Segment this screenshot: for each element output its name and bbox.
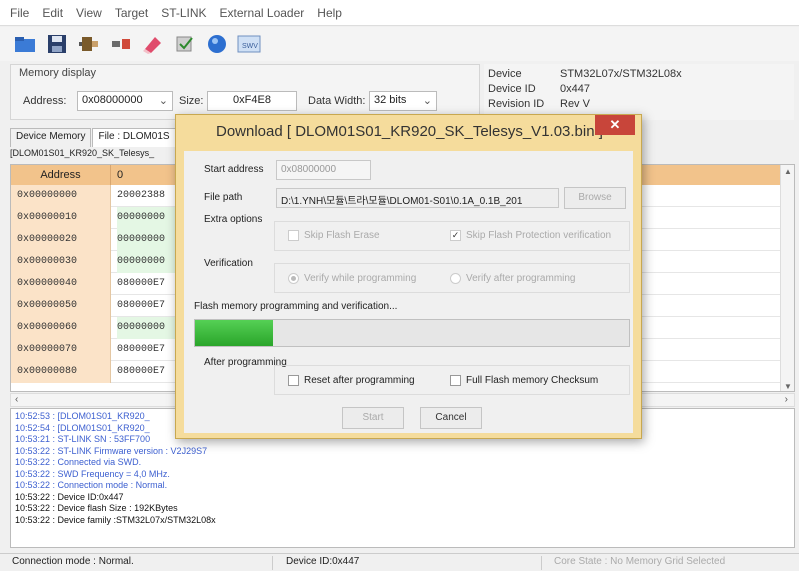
menu-view[interactable]: View (76, 6, 102, 20)
file-name-label: [DLOM01S01_KR920_SK_Telesys_ (10, 148, 155, 158)
memory-display-panel: Memory display Address: 0x08000000 ⌄ Siz… (10, 64, 480, 120)
vertical-scrollbar[interactable]: ▲ ▼ (780, 165, 794, 391)
check-icon: ✓ (450, 230, 461, 241)
address-select[interactable]: 0x08000000 ⌄ (77, 91, 173, 111)
header-col0: 0 (117, 169, 124, 181)
progress-fill (195, 320, 274, 346)
connect-icon[interactable] (74, 30, 104, 58)
skip-flash-erase-checkbox[interactable]: Skip Flash Erase (288, 230, 380, 241)
device-id-label: Device ID (488, 83, 536, 95)
memory-tabs: Device Memory File : DLOM01S (10, 128, 177, 147)
verification-label: Verification (204, 258, 253, 269)
row-address: 0x00000000 (11, 185, 111, 207)
svg-text:SWV: SWV (242, 43, 258, 50)
open-icon[interactable] (10, 30, 40, 58)
menu-bar: File Edit View Target ST-LINK External L… (0, 0, 799, 26)
menu-external-loader[interactable]: External Loader (220, 6, 305, 20)
row-address: 0x00000080 (11, 361, 111, 383)
close-icon: ✕ (609, 117, 621, 132)
row-address: 0x00000070 (11, 339, 111, 361)
verify-while-radio[interactable]: Verify while programming (288, 273, 416, 284)
skip-flash-protection-checkbox[interactable]: ✓ Skip Flash Protection verification (450, 230, 611, 241)
erase-icon[interactable] (138, 30, 168, 58)
row-address: 0x00000010 (11, 207, 111, 229)
data-width-label: Data Width: (308, 95, 366, 107)
save-icon[interactable] (42, 30, 72, 58)
file-path-input[interactable]: D:\1.YNH\모듈\트라\모듈\DLOM01-S01\0.1A_0.1B_2… (276, 188, 559, 208)
row-address: 0x00000050 (11, 295, 111, 317)
start-address-input[interactable]: 0x08000000 (276, 160, 371, 180)
log-line: 10:53:22 : Connected via SWD. (15, 457, 142, 467)
dialog-body: Start address 0x08000000 File path D:\1.… (184, 151, 633, 433)
download-dialog: Download [ DLOM01S01_KR920_SK_Telesys_V1… (175, 114, 642, 439)
log-line: 10:53:22 : SWD Frequency = 4,0 MHz. (15, 468, 170, 479)
scroll-left-icon[interactable]: ‹ (15, 394, 18, 405)
revision-id-value: Rev V (560, 98, 590, 110)
device-info-panel: Device STM32L07x/STM32L08x Device ID 0x4… (484, 64, 794, 120)
menu-edit[interactable]: Edit (42, 6, 63, 20)
row-address: 0x00000030 (11, 251, 111, 273)
progress-bar (194, 319, 630, 347)
row-address: 0x00000020 (11, 229, 111, 251)
toolbar: SWV (0, 27, 799, 61)
firmware-update-icon[interactable] (202, 30, 232, 58)
verify-after-radio[interactable]: Verify after programming (450, 273, 576, 284)
tab-device-memory[interactable]: Device Memory (10, 128, 92, 147)
device-label: Device (488, 68, 522, 80)
revision-id-label: Revision ID (488, 98, 545, 110)
row-address: 0x00000040 (11, 273, 111, 295)
start-address-label: Start address (204, 164, 264, 175)
chevron-down-icon: ⌄ (422, 95, 432, 107)
memory-display-title: Memory display (19, 67, 97, 79)
status-bar: Connection mode : Normal. Device ID:0x44… (0, 553, 799, 571)
status-device-id: Device ID:0x447 (282, 556, 542, 570)
size-label: Size: (179, 95, 204, 107)
chevron-down-icon: ⌄ (158, 95, 168, 107)
device-id-value: 0x447 (560, 83, 590, 95)
swv-icon[interactable]: SWV (234, 30, 264, 58)
row-address: 0x00000060 (11, 317, 111, 339)
header-address: Address (11, 165, 111, 185)
menu-target[interactable]: Target (115, 6, 148, 20)
status-connection: Connection mode : Normal. (8, 556, 273, 570)
tab-file[interactable]: File : DLOM01S (92, 128, 176, 147)
log-line: 10:53:22 : ST-LINK Firmware version : V2… (15, 445, 208, 456)
scroll-down-icon[interactable]: ▼ (784, 382, 792, 391)
device-value: STM32L07x/STM32L08x (560, 68, 682, 80)
menu-st-link[interactable]: ST-LINK (161, 6, 206, 20)
scroll-right-icon[interactable]: › (785, 394, 788, 405)
disconnect-icon[interactable] (106, 30, 136, 58)
log-line: 10:53:22 : Device flash Size : 192KBytes (15, 503, 178, 513)
menu-file[interactable]: File (10, 6, 29, 20)
dialog-title: Download [ DLOM01S01_KR920_SK_Telesys_V1… (216, 123, 603, 140)
reset-after-programming-checkbox[interactable]: Reset after programming (288, 375, 415, 386)
log-line: 10:53:22 : Device ID:0x447 (15, 491, 124, 502)
progress-status-text: Flash memory programming and verificatio… (194, 301, 398, 312)
address-label: Address: (23, 95, 67, 107)
log-line: 10:53:22 : Connection mode : Normal. (15, 480, 168, 490)
start-button[interactable]: Start (342, 407, 404, 429)
program-verify-icon[interactable] (170, 30, 200, 58)
menu-help[interactable]: Help (317, 6, 342, 20)
file-path-label: File path (204, 192, 243, 203)
data-width-select[interactable]: 32 bits ⌄ (369, 91, 437, 111)
log-line: 10:53:22 : Device family :STM32L07x/STM3… (15, 514, 216, 525)
status-core-state: Core State : No Memory Grid Selected (554, 556, 726, 567)
extra-options-label: Extra options (204, 214, 263, 225)
scroll-up-icon[interactable]: ▲ (784, 167, 792, 176)
full-checksum-checkbox[interactable]: Full Flash memory Checksum (450, 375, 598, 386)
browse-button[interactable]: Browse (564, 187, 626, 209)
close-button[interactable]: ✕ (595, 115, 635, 135)
size-input[interactable]: 0xF4E8 (207, 91, 297, 111)
cancel-button[interactable]: Cancel (420, 407, 482, 429)
